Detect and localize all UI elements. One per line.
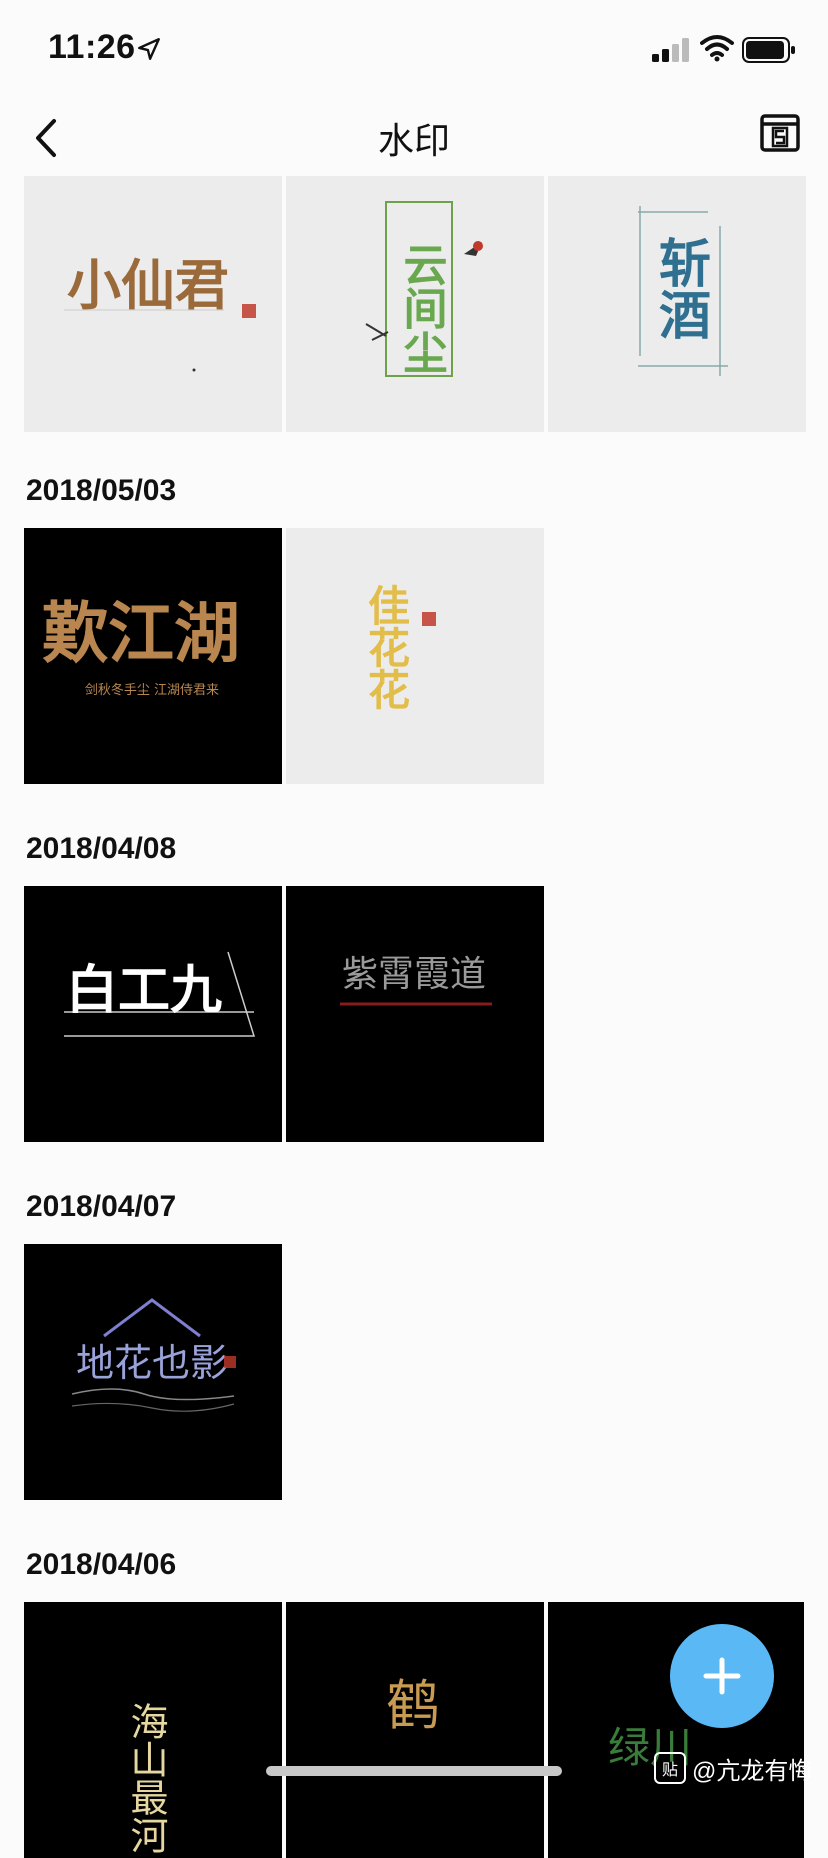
add-button[interactable]	[670, 1624, 774, 1728]
home-indicator[interactable]	[266, 1766, 562, 1776]
plus-icon	[703, 1657, 741, 1695]
thumbnail[interactable]: 鹤	[286, 1602, 544, 1858]
thumbnail-caption: 云间尘	[396, 242, 448, 374]
watermark: 贴 @亢龙有悔	[654, 1750, 812, 1786]
watermark-logo-icon: 贴	[654, 1752, 686, 1784]
section-date: 2018/05/03	[26, 474, 177, 507]
thumbnail-subcaption: 剑秋冬手尘 江湖侍君来	[85, 682, 219, 698]
status-bar: 11:26	[0, 0, 828, 100]
thumbnail-caption: 地花也影	[76, 1341, 228, 1385]
thumbnail-caption: 紫霄霞道	[342, 954, 486, 995]
thumbnail-caption: 佳花花	[362, 584, 411, 710]
thumbnail-caption: 海山最河	[124, 1702, 168, 1854]
thumbnail[interactable]: 佳花花	[286, 528, 544, 784]
cellular-signal-icon	[652, 38, 689, 62]
thumbnail-caption: 斩酒	[650, 236, 711, 340]
thumbnail[interactable]: 地花也影	[24, 1244, 282, 1500]
thumbnail[interactable]: 斩酒	[548, 176, 806, 432]
thumbnail[interactable]: 白工九	[24, 886, 282, 1142]
section-date: 2018/04/08	[26, 832, 177, 865]
thumbnail[interactable]: 海山最河	[24, 1602, 282, 1858]
thumbnail[interactable]: 紫霄霞道	[286, 886, 544, 1142]
location-arrow-icon	[138, 38, 160, 60]
watermark-text: @亢龙有悔	[692, 1757, 813, 1785]
nav-bar: 水印	[0, 100, 828, 176]
battery-icon	[742, 37, 795, 63]
section-date: 2018/04/07	[26, 1190, 177, 1223]
page-title: 水印	[377, 120, 450, 161]
thumbnail[interactable]: 云间尘	[286, 176, 544, 432]
calendar-icon[interactable]	[760, 112, 800, 152]
section-date: 2018/04/06	[26, 1548, 177, 1581]
thumbnail[interactable]: 歎江湖 剑秋冬手尘 江湖侍君来	[24, 528, 282, 784]
thumbnail[interactable]: 绿川	[548, 1602, 804, 1858]
thumbnail-caption: 鹤	[386, 1674, 440, 1737]
thumbnail-caption: 小仙君	[67, 253, 229, 317]
status-time: 11:26	[48, 28, 136, 66]
thumbnail[interactable]: 小仙君	[24, 176, 282, 432]
thumbnail-caption: 白工九	[66, 961, 222, 1021]
wifi-icon	[700, 35, 734, 62]
thumbnail-caption: 歎江湖	[42, 594, 240, 672]
